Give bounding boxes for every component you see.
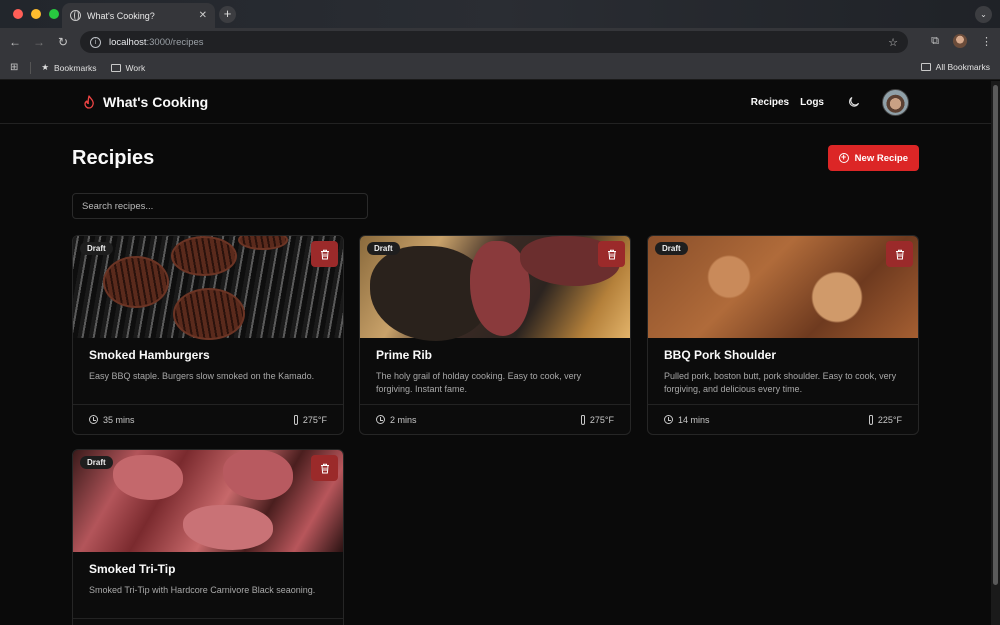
bookmarks-divider (30, 61, 32, 74)
brand-name: What's Cooking (103, 94, 209, 110)
bookmarks-bar: ⊞ ★ Bookmarks Work All Bookmarks (0, 56, 1000, 80)
minimize-window-button[interactable] (31, 9, 41, 19)
recipe-card[interactable]: Draft Smoked Tri-Tip Smoked Tri-Tip with… (72, 449, 344, 625)
status-badge: Draft (655, 242, 688, 255)
recipe-body: Smoked Hamburgers Easy BBQ staple. Burge… (73, 338, 343, 404)
browser-menu-icon[interactable]: ⋮ (981, 35, 992, 48)
profile-avatar[interactable] (953, 34, 967, 48)
cook-temp: 225°F (868, 414, 902, 425)
delete-recipe-button[interactable] (311, 241, 338, 267)
close-tab-icon[interactable]: ✕ (199, 10, 207, 21)
delete-recipe-button[interactable] (886, 241, 913, 267)
extensions-icon[interactable]: ⧉ (931, 35, 939, 48)
cook-time: 35 mins (89, 415, 135, 425)
plus-circle-icon: + (838, 153, 849, 163)
recipe-card[interactable]: Draft Prime Rib The holy grail of holday… (359, 235, 631, 435)
delete-recipe-button[interactable] (311, 455, 338, 481)
recipe-meta (73, 618, 343, 625)
delete-recipe-button[interactable] (598, 241, 625, 267)
recipe-image: Draft (73, 236, 343, 340)
clock-icon (89, 415, 98, 424)
site-info-icon[interactable]: i (90, 36, 101, 48)
recipe-description: The holy grail of holday cooking. Easy t… (376, 371, 582, 394)
reload-button[interactable]: ↻ (56, 35, 70, 49)
search-input[interactable] (72, 193, 368, 219)
apps-grid-icon[interactable]: ⊞ (10, 62, 18, 73)
thermometer-icon (580, 414, 585, 425)
all-bookmarks[interactable]: All Bookmarks (920, 62, 990, 72)
folder-icon (920, 63, 931, 71)
bookmark-work[interactable]: Work (110, 63, 145, 73)
recipe-image: Draft (360, 236, 630, 341)
recipe-description: Pulled pork, boston butt, pork shoulder.… (664, 371, 897, 394)
window-controls (0, 9, 62, 19)
new-recipe-label: New Recipe (854, 152, 908, 164)
url-host: localhost (109, 36, 147, 48)
back-button[interactable]: ← (8, 35, 22, 49)
recipe-title: Smoked Hamburgers (89, 348, 210, 362)
flame-icon (84, 95, 94, 109)
recipe-meta: 14 mins 225°F (648, 404, 918, 434)
recipe-body: BBQ Pork Shoulder Pulled pork, boston bu… (648, 338, 918, 404)
globe-icon (70, 10, 81, 21)
address-bar[interactable]: i localhost:3000/recipes ☆ (80, 31, 908, 53)
recipe-title: BBQ Pork Shoulder (664, 348, 777, 362)
brand-link[interactable]: What's Cooking (83, 94, 208, 110)
cook-temp: 275°F (293, 414, 327, 425)
recipe-title: Prime Rib (376, 348, 433, 362)
nav-link-logs[interactable]: Logs (800, 97, 824, 108)
app-viewport: What's Cooking Recipes Logs Recipies + N… (0, 81, 991, 625)
maximize-window-button[interactable] (49, 9, 59, 19)
new-tab-button[interactable]: + (219, 6, 236, 23)
folder-icon (110, 63, 121, 72)
page-header: Recipies + New Recipe (72, 145, 919, 171)
moon-icon[interactable] (848, 96, 860, 108)
cook-time: 14 mins (664, 415, 710, 425)
recipe-description: Smoked Tri-Tip with Hardcore Carnivore B… (89, 585, 316, 595)
page-title: Recipies (72, 146, 155, 169)
tab-search-button[interactable]: ⌄ (975, 6, 992, 23)
user-avatar[interactable] (882, 88, 909, 116)
toolbar-actions: ⧉ ⋮ (931, 34, 992, 48)
status-badge: Draft (367, 242, 400, 255)
status-badge: Draft (80, 456, 113, 469)
clock-icon (376, 415, 385, 424)
recipe-description: Easy BBQ staple. Burgers slow smoked on … (89, 371, 315, 381)
recipe-title: Smoked Tri-Tip (89, 562, 176, 576)
bookmark-bookmarks[interactable]: ★ Bookmarks (41, 62, 96, 73)
cook-temp: 275°F (580, 414, 614, 425)
trash-icon (607, 249, 616, 259)
thermometer-icon (293, 414, 298, 425)
recipe-card[interactable]: Draft BBQ Pork Shoulder Pulled pork, bos… (647, 235, 919, 435)
recipe-body: Prime Rib The holy grail of holday cooki… (360, 338, 630, 404)
recipe-image: Draft (73, 450, 343, 552)
tab-title: What's Cooking? (87, 10, 155, 21)
recipe-meta: 35 mins 275°F (73, 404, 343, 434)
trash-icon (320, 463, 329, 473)
bookmark-star-icon[interactable]: ☆ (888, 36, 898, 49)
new-recipe-button[interactable]: + New Recipe (827, 145, 919, 171)
app-navbar: What's Cooking Recipes Logs (0, 81, 991, 124)
trash-icon (895, 249, 904, 259)
recipe-card[interactable]: Draft Smoked Hamburgers Easy BBQ staple.… (72, 235, 344, 435)
recipe-image: Draft (648, 236, 918, 338)
close-window-button[interactable] (13, 9, 23, 19)
forward-button[interactable]: → (32, 35, 46, 49)
nav-links: Recipes Logs (751, 88, 909, 116)
star-icon: ★ (41, 62, 50, 72)
scrollbar-thumb[interactable] (993, 85, 998, 585)
browser-tab-bar: What's Cooking? ✕ + ⌄ (0, 0, 1000, 28)
cook-time: 2 mins (376, 415, 417, 425)
nav-link-recipes[interactable]: Recipes (751, 97, 789, 108)
clock-icon (664, 415, 673, 424)
recipe-body: Smoked Tri-Tip Smoked Tri-Tip with Hardc… (73, 552, 343, 618)
status-badge: Draft (80, 242, 113, 255)
thermometer-icon (868, 414, 873, 425)
trash-icon (320, 249, 329, 259)
browser-tab[interactable]: What's Cooking? ✕ (62, 3, 215, 28)
page-scrollbar[interactable] (991, 81, 1000, 625)
recipe-meta: 2 mins 275°F (360, 404, 630, 434)
url-path: :3000/recipes (146, 36, 204, 48)
